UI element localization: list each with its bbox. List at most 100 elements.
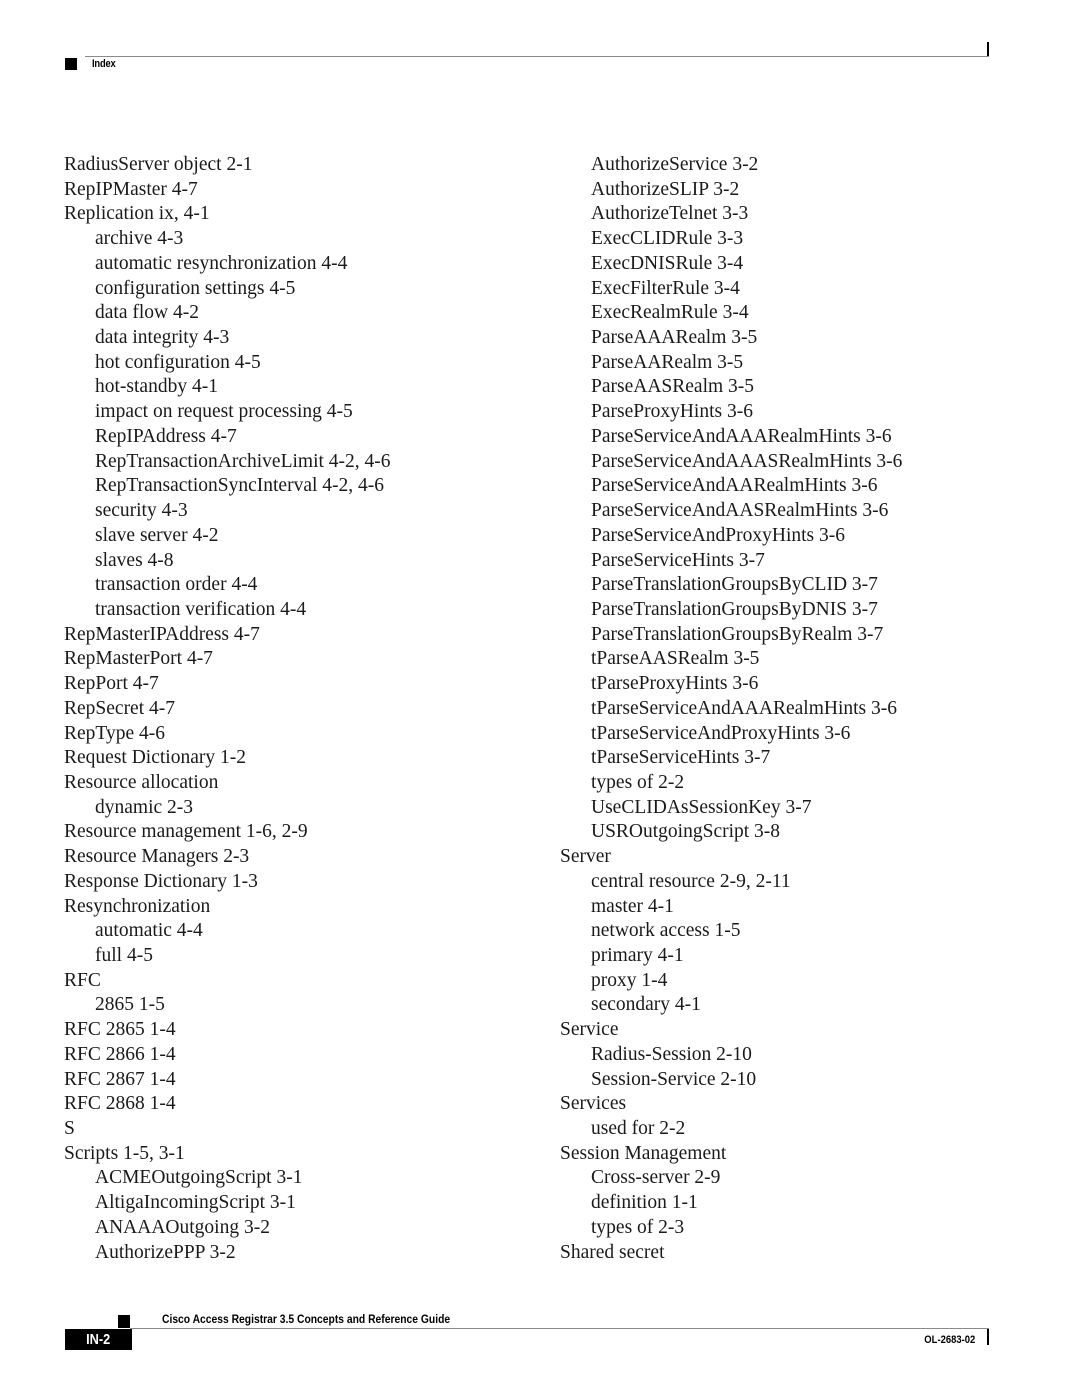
index-entry: RepIPMaster 4-7 xyxy=(64,178,198,200)
index-subentry: ParseServiceHints 3-7 xyxy=(591,549,765,571)
index-subentry: AuthorizeSLIP 3-2 xyxy=(591,178,740,200)
index-subentry: Session-Service 2-10 xyxy=(591,1068,757,1090)
index-subentry: types of 2-3 xyxy=(591,1216,685,1238)
index-subentry: USROutgoingScript 3-8 xyxy=(591,821,781,843)
index-entry: RepMasterIPAddress 4-7 xyxy=(64,623,260,645)
index-entry: S xyxy=(64,1118,75,1140)
index-subentry: ExecCLIDRule 3-3 xyxy=(591,228,744,250)
index-entry: Services xyxy=(560,1093,627,1115)
header-tick-mark xyxy=(987,42,989,57)
index-subentry: ParseServiceAndAAASRealmHints 3-6 xyxy=(591,450,903,472)
index-subentry: configuration settings 4-5 xyxy=(95,277,296,299)
index-subentry: data integrity 4-3 xyxy=(95,327,230,349)
section-label: Index xyxy=(92,58,116,70)
index-entry: RepPort 4-7 xyxy=(64,673,159,695)
index-subentry: types of 2-2 xyxy=(591,771,685,793)
index-subentry: ParseAARealm 3-5 xyxy=(591,351,744,373)
index-subentry: archive 4-3 xyxy=(95,228,184,250)
index-subentry: hot-standby 4-1 xyxy=(95,376,218,398)
index-subentry: RepIPAddress 4-7 xyxy=(95,425,237,447)
index-entry: RepSecret 4-7 xyxy=(64,697,176,719)
index-subentry: RepTransactionArchiveLimit 4-2, 4-6 xyxy=(95,450,391,472)
index-subentry: data flow 4-2 xyxy=(95,302,199,324)
index-subentry: ParseServiceAndAASRealmHints 3-6 xyxy=(591,500,889,522)
index-subentry: master 4-1 xyxy=(591,895,674,917)
index-entry: Session Management xyxy=(560,1142,727,1164)
header-rule xyxy=(85,56,989,57)
index-subentry: transaction order 4-4 xyxy=(95,574,258,596)
index-entry: RepType 4-6 xyxy=(64,722,165,744)
index-subentry: ParseTranslationGroupsByCLID 3-7 xyxy=(591,574,878,596)
index-subentry: RepTransactionSyncInterval 4-2, 4-6 xyxy=(95,475,385,497)
index-subentry: AuthorizeService 3-2 xyxy=(591,154,759,175)
index-subentry: ParseTranslationGroupsByDNIS 3-7 xyxy=(591,598,878,620)
index-subentry: ParseProxyHints 3-6 xyxy=(591,401,753,423)
index-subentry: ExecRealmRule 3-4 xyxy=(591,302,749,324)
index-entry: RFC xyxy=(64,969,101,991)
index-subentry: central resource 2-9, 2-11 xyxy=(591,870,791,892)
index-subentry: ExecFilterRule 3-4 xyxy=(591,277,740,299)
index-subentry: ParseAASRealm 3-5 xyxy=(591,376,755,398)
header-square-marker xyxy=(65,58,77,70)
index-subentry: ParseTranslationGroupsByRealm 3-7 xyxy=(591,623,884,645)
index-subentry: automatic resynchronization 4-4 xyxy=(95,252,348,274)
index-subentry: secondary 4-1 xyxy=(591,994,701,1016)
index-subentry: tParseProxyHints 3-6 xyxy=(591,673,759,695)
index-subentry: definition 1-1 xyxy=(591,1192,698,1214)
index-subentry: tParseServiceHints 3-7 xyxy=(591,747,771,769)
index-entry: Shared secret xyxy=(560,1241,665,1263)
index-subentry: used for 2-2 xyxy=(591,1118,686,1140)
index-subentry: automatic 4-4 xyxy=(95,920,203,942)
page-number: IN-2 xyxy=(86,1331,111,1348)
index-subentry: slaves 4-8 xyxy=(95,549,174,571)
index-subentry: 2865 1-5 xyxy=(95,994,165,1016)
index-subentry: full 4-5 xyxy=(95,945,153,966)
index-entry: RFC 2865 1-4 xyxy=(64,1019,176,1041)
index-entry: Resource allocation xyxy=(64,771,219,793)
footer-tick-mark xyxy=(987,1329,989,1345)
index-subentry: ParseServiceAndAAARealmHints 3-6 xyxy=(591,425,892,447)
index-column-right: AuthorizeService 3-2 AuthorizeSLIP 3-2 Aut… xyxy=(560,153,1030,1265)
index-subentry: transaction verification 4-4 xyxy=(95,598,307,620)
index-column-left: RadiusServer object 2-1 RepIPMaster 4-7 Re… xyxy=(64,153,534,1265)
index-subentry: ParseServiceAndProxyHints 3-6 xyxy=(591,524,846,546)
index-subentry: hot configuration 4-5 xyxy=(95,351,261,373)
index-entry: Resynchronization xyxy=(64,895,211,917)
index-subentry: ANAAAOutgoing 3-2 xyxy=(95,1216,270,1238)
index-subentry: primary 4-1 xyxy=(591,945,684,966)
index-subentry: UseCLIDAsSessionKey 3-7 xyxy=(591,796,812,818)
index-entry: Scripts 1-5, 3-1 xyxy=(64,1142,185,1164)
index-subentry: tParseAASRealm 3-5 xyxy=(591,648,760,670)
index-entry: Service xyxy=(560,1019,619,1041)
index-entry: Request Dictionary 1-2 xyxy=(64,747,246,769)
index-entry: Resource management 1-6, 2-9 xyxy=(64,821,308,843)
book-title: Cisco Access Registrar 3.5 Concepts and … xyxy=(162,1312,451,1326)
index-subentry: tParseServiceAndProxyHints 3-6 xyxy=(591,722,851,744)
index-subentry: ExecDNISRule 3-4 xyxy=(591,252,744,274)
footer-square-marker xyxy=(118,1315,130,1328)
index-subentry: AuthorizePPP 3-2 xyxy=(95,1241,236,1263)
doc-number: OL-2683-02 xyxy=(923,1334,975,1346)
index-subentry: ParseAAARealm 3-5 xyxy=(591,327,758,349)
index-entry: RFC 2867 1-4 xyxy=(64,1068,176,1090)
index-subentry: AltigaIncomingScript 3-1 xyxy=(95,1192,296,1214)
index-entry: RFC 2866 1-4 xyxy=(64,1043,176,1065)
index-entry: Server xyxy=(560,846,611,868)
index-subentry: impact on request processing 4-5 xyxy=(95,401,353,423)
index-subentry: tParseServiceAndAAARealmHints 3-6 xyxy=(591,697,897,719)
index-subentry: Cross-server 2-9 xyxy=(591,1167,721,1189)
index-subentry: Radius-Session 2-10 xyxy=(591,1043,752,1065)
index-subentry: AuthorizeTelnet 3-3 xyxy=(591,203,749,225)
index-entry: RFC 2868 1-4 xyxy=(64,1093,176,1115)
footer-rule xyxy=(130,1328,989,1329)
index-subentry: proxy 1-4 xyxy=(591,969,668,991)
index-subentry: network access 1-5 xyxy=(591,920,741,942)
index-entry: RepMasterPort 4-7 xyxy=(64,648,213,670)
index-subentry: dynamic 2-3 xyxy=(95,796,194,818)
index-subentry: slave server 4-2 xyxy=(95,524,219,546)
index-entry: Resource Managers 2-3 xyxy=(64,846,250,868)
index-entry: Replication ix, 4-1 xyxy=(64,203,210,225)
index-subentry: ParseServiceAndAARealmHints 3-6 xyxy=(591,475,878,497)
page-number-badge: IN-2 xyxy=(65,1329,132,1350)
index-entry: Response Dictionary 1-3 xyxy=(64,870,258,892)
